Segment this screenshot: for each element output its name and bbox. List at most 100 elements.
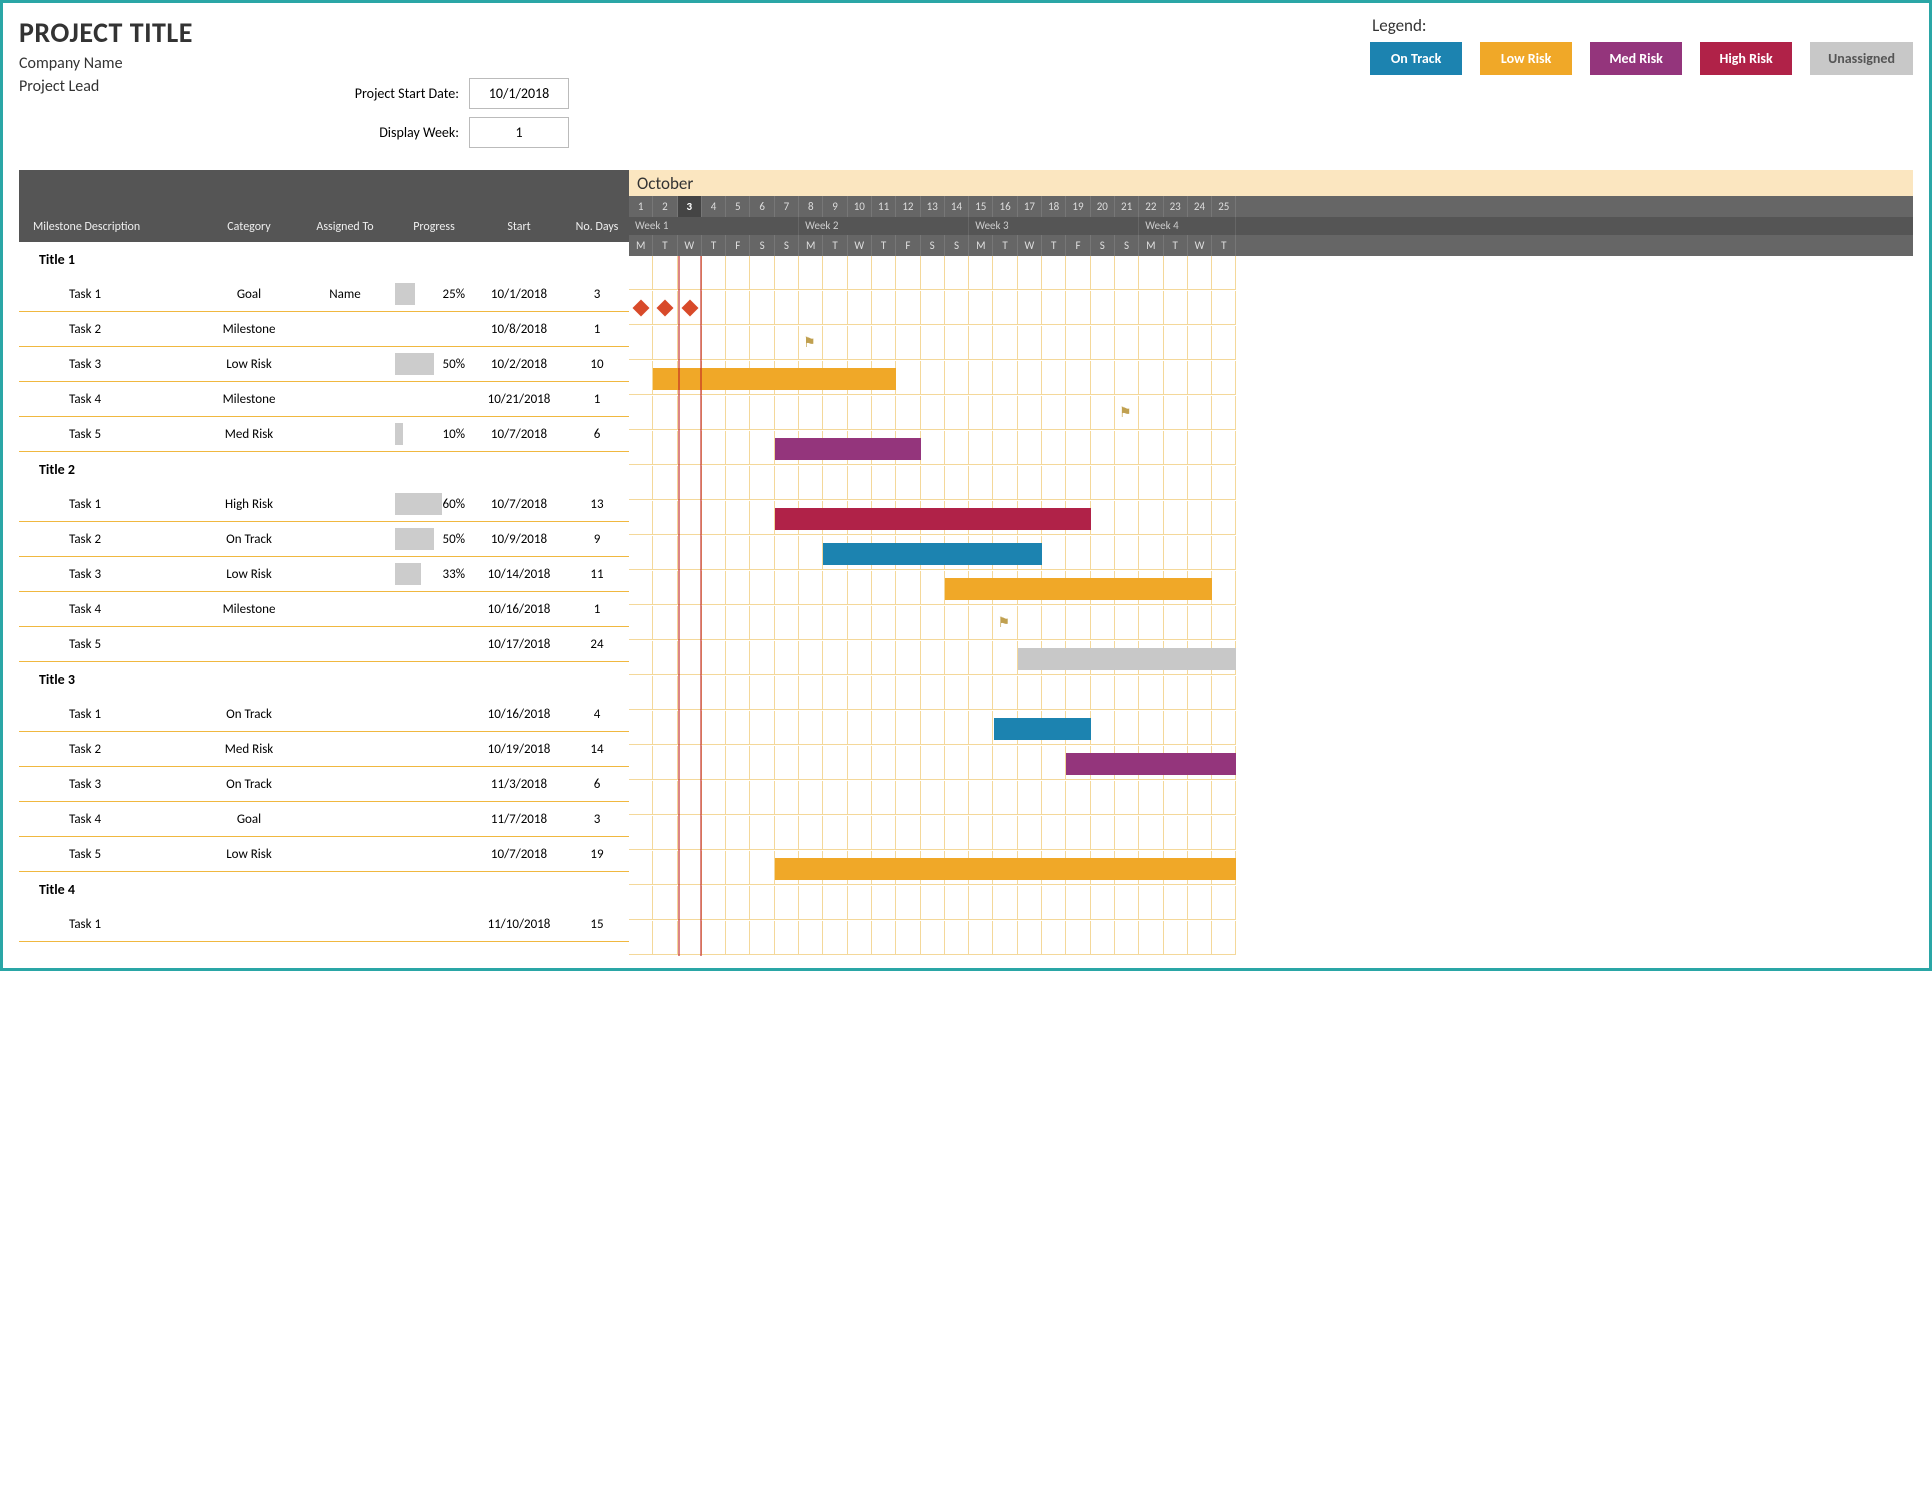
section-title: Title 3 [19,662,629,697]
dow-cell: S [775,235,799,256]
gantt-row [629,886,1913,921]
task-row[interactable]: Task 5Low Risk10/7/201819 [19,837,629,872]
date-cell: 7 [775,196,799,217]
gantt-row [629,851,1913,886]
legend-ontrack: On Track [1370,42,1462,75]
gantt-bar[interactable] [653,368,896,390]
dow-cell: T [823,235,847,256]
date-cell: 23 [1164,196,1188,217]
dow-cell: W [848,235,872,256]
dow-cell: S [1091,235,1115,256]
section-title: Title 1 [19,242,629,277]
gantt-bar[interactable] [1018,648,1237,670]
gantt-bar[interactable] [945,578,1212,600]
col-start: Start [473,220,565,234]
task-row[interactable]: Task 510/17/201824 [19,627,629,662]
dow-cell: S [1115,235,1139,256]
task-row[interactable]: Task 1High Risk60%10/7/201813 [19,487,629,522]
task-row[interactable]: Task 3Low Risk50%10/2/201810 [19,347,629,382]
dow-cell: W [1018,235,1042,256]
dow-cell: S [921,235,945,256]
gantt-row [629,291,1913,326]
task-row[interactable]: Task 3On Track11/3/20186 [19,767,629,802]
date-cell: 18 [1042,196,1066,217]
dow-cell: M [969,235,993,256]
section-title: Title 2 [19,452,629,487]
task-row[interactable]: Task 2Milestone10/8/20181 [19,312,629,347]
date-cell: 25 [1212,196,1236,217]
gantt-bar[interactable] [994,718,1091,740]
gantt-row [629,711,1913,746]
gantt-row [629,571,1913,606]
dow-cell: F [1066,235,1090,256]
col-category: Category [203,220,295,234]
milestone-flag-icon: ⚑ [1119,404,1132,421]
gantt-bar[interactable] [775,508,1091,530]
gantt-row: ⚑ [629,606,1913,641]
dow-cell: F [896,235,920,256]
date-cell: 10 [848,196,872,217]
date-cell: 1 [629,196,653,217]
date-cell: 2 [653,196,677,217]
dow-cell: T [653,235,677,256]
task-row[interactable]: Task 2Med Risk10/19/201814 [19,732,629,767]
table-header: Milestone Description Category Assigned … [19,170,629,242]
gantt-row [629,921,1913,956]
date-cell: 9 [823,196,847,217]
task-row[interactable]: Task 111/10/201815 [19,907,629,942]
date-cell: 11 [872,196,896,217]
task-row[interactable]: Task 1GoalName25%10/1/20183 [19,277,629,312]
task-row[interactable]: Task 1On Track10/16/20184 [19,697,629,732]
date-cell: 6 [750,196,774,217]
legend-lowrisk: Low Risk [1480,42,1572,75]
gantt-row [629,361,1913,396]
gantt-bar[interactable] [775,858,1237,880]
legend-unassigned: Unassigned [1810,42,1913,75]
gantt-row: ⚑ [629,396,1913,431]
section-title: Title 4 [19,872,629,907]
date-cell: 20 [1091,196,1115,217]
task-row[interactable]: Task 4Milestone10/21/20181 [19,382,629,417]
gantt-row [629,431,1913,466]
task-row[interactable]: Task 3Low Risk33%10/14/201811 [19,557,629,592]
date-cell: 3 [678,196,702,217]
today-line [678,256,680,956]
company-name: Company Name [19,54,193,73]
date-cell: 22 [1139,196,1163,217]
date-cell: 12 [896,196,920,217]
dow-cell: T [872,235,896,256]
milestone-flag-icon: ⚑ [803,334,816,351]
gantt-row [629,466,1913,501]
task-row[interactable]: Task 4Milestone10/16/20181 [19,592,629,627]
dow-cell: T [702,235,726,256]
dow-row: MTWTFSSMTWTFSSMTWTFSSMTWT [629,235,1913,256]
gantt-bar[interactable] [775,438,921,460]
week-cell: Week 4 [1139,217,1236,235]
dow-cell: T [993,235,1017,256]
task-row[interactable]: Task 5Med Risk10%10/7/20186 [19,417,629,452]
week-row: Week 1Week 2Week 3Week 4 [629,217,1913,235]
date-cell: 21 [1115,196,1139,217]
week-cell: Week 3 [969,217,1139,235]
gantt-row [629,501,1913,536]
display-week-input[interactable]: 1 [469,117,569,148]
date-cell: 19 [1066,196,1090,217]
start-date-input[interactable]: 10/1/2018 [469,78,569,109]
gantt-row [629,641,1913,676]
today-line [700,256,702,956]
gantt-row [629,816,1913,851]
legend-label: Legend: [1370,15,1426,36]
task-row[interactable]: Task 2On Track50%10/9/20189 [19,522,629,557]
gantt-row [629,676,1913,711]
task-row[interactable]: Task 4Goal11/7/20183 [19,802,629,837]
start-date-label: Project Start Date: [319,85,459,102]
gantt-bar[interactable] [823,543,1042,565]
dow-cell: S [945,235,969,256]
project-lead: Project Lead [19,77,193,96]
col-days: No. Days [565,220,629,234]
dow-cell: T [1042,235,1066,256]
dow-cell: W [678,235,702,256]
month-header: October [629,170,1913,196]
dow-cell: M [629,235,653,256]
gantt-bar[interactable] [1066,753,1236,775]
